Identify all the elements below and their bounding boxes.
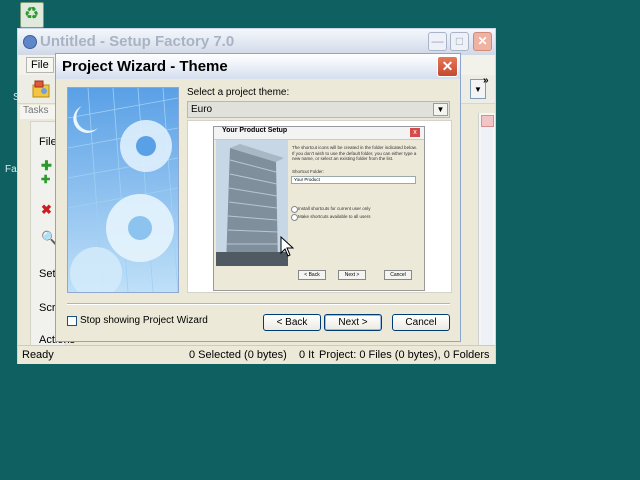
chevron-down-icon[interactable]: ▼ (433, 103, 448, 116)
maximize-button[interactable]: □ (450, 32, 469, 51)
close-button[interactable]: ✕ (473, 32, 492, 51)
stop-wizard-label[interactable]: Stop showing Project Wizard (80, 315, 208, 326)
theme-banner-image (67, 87, 179, 293)
preview-titlebar: Your Product Setup x (214, 127, 424, 140)
cancel-button[interactable]: Cancel (392, 314, 450, 331)
preview-close-icon: x (410, 128, 420, 137)
preview-radio-label: Make shortcuts available to all users (298, 214, 371, 219)
preview-radio (291, 206, 298, 213)
menu-file[interactable]: File (26, 57, 54, 73)
task-section[interactable]: Scr (39, 302, 56, 314)
theme-select[interactable]: Euro ▼ (187, 101, 450, 118)
minimize-button[interactable]: — (428, 32, 447, 51)
main-titlebar[interactable]: Untitled - Setup Factory 7.0 — □ ✕ (18, 29, 495, 55)
preview-next-button: Next > (338, 270, 366, 280)
open-project-icon[interactable] (31, 79, 51, 99)
panel-close-icon[interactable] (481, 115, 494, 127)
preview-title: Your Product Setup (222, 127, 288, 134)
status-bar: Ready 0 Selected (0 bytes) 0 It Project:… (18, 345, 495, 364)
preview-folder-value: Your Product (294, 177, 320, 182)
wizard-title: Project Wizard - Theme (62, 58, 228, 75)
mouse-cursor-icon (280, 236, 294, 257)
scrollbar[interactable] (481, 127, 493, 357)
preview-folder-field: Your Product (291, 176, 416, 184)
app-icon (23, 35, 37, 49)
status-items: 0 It (299, 349, 315, 361)
recycle-bin-icon[interactable] (20, 2, 44, 28)
tasks-header: Tasks (20, 105, 60, 119)
theme-select-value: Euro (191, 104, 213, 115)
preview-window: Your Product Setup x The shortcut icons … (213, 126, 425, 291)
task-section[interactable]: Set (39, 268, 56, 280)
add-folder-icon[interactable]: ✚ (41, 173, 50, 186)
add-files-icon[interactable]: ✚ (41, 158, 52, 174)
right-panel (478, 113, 495, 359)
theme-select-label: Select a project theme: (187, 87, 290, 98)
next-button[interactable]: Next > (324, 314, 382, 331)
status-selected: 0 Selected (0 bytes) (189, 349, 287, 361)
wizard-close-button[interactable]: ✕ (437, 56, 458, 77)
preview-radio (291, 214, 298, 221)
toolbar-overflow-icon[interactable]: » (483, 75, 489, 86)
project-wizard-dialog: Project Wizard - Theme ✕ Select a projec… (55, 53, 461, 342)
preview-building-image (216, 140, 288, 266)
desktop-label-fragment: Fa (5, 164, 17, 175)
status-project: Project: 0 Files (0 bytes), 0 Folders (319, 349, 490, 361)
preview-radio-label: Install shortcuts for current user only (298, 206, 371, 211)
theme-preview: Your Product Setup x The shortcut icons … (187, 120, 452, 293)
separator (67, 303, 450, 305)
stop-wizard-checkbox[interactable] (67, 316, 77, 326)
remove-icon[interactable]: ✖ (41, 202, 52, 218)
status-ready: Ready (22, 349, 54, 361)
back-button[interactable]: < Back (263, 314, 321, 331)
wizard-titlebar[interactable]: Project Wizard - Theme ✕ (56, 54, 460, 79)
preview-cancel-button: Cancel (384, 270, 412, 280)
main-window-title: Untitled - Setup Factory 7.0 (40, 33, 235, 50)
preview-body-text: The shortcut icons will be created in th… (292, 145, 417, 161)
preview-folder-label: Shortcut Folder: (292, 169, 325, 174)
preview-back-button: < Back (298, 270, 326, 280)
